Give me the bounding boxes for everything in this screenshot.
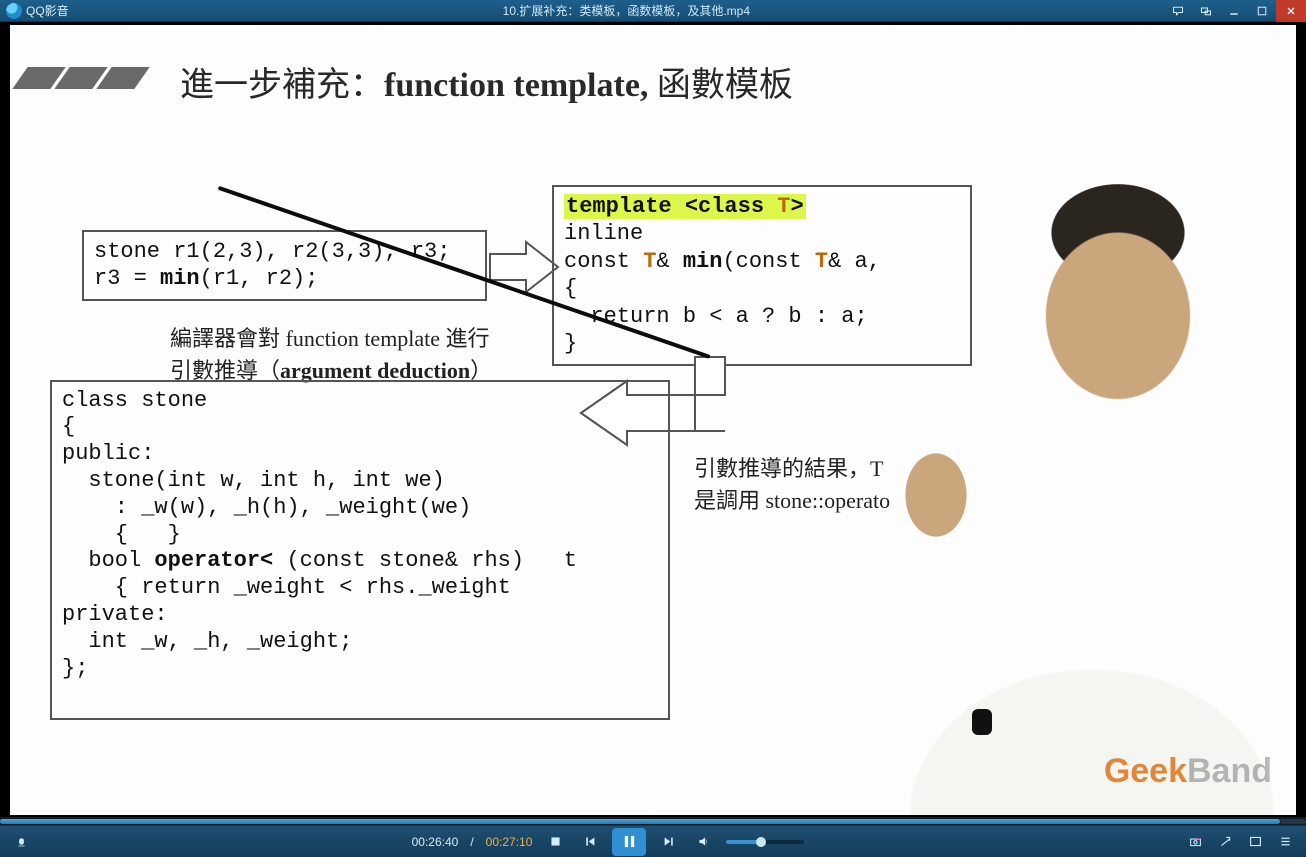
window-buttons	[1164, 0, 1306, 22]
prev-button[interactable]	[578, 831, 600, 853]
playlist-button[interactable]	[1274, 831, 1296, 853]
slide-content: 進一步補充：function template, 函數模板 stone r1(2…	[10, 25, 1296, 815]
ontop-button[interactable]	[1214, 831, 1236, 853]
annotation-deduction: 編譯器會對 function template 進行 引數推導（argument…	[170, 321, 492, 385]
code-box-class: class stone { public: stone(int w, int h…	[50, 380, 670, 720]
file-title: 10.扩展补充：类模板，函数模板，及其他.mp4	[89, 2, 1164, 19]
close-button[interactable]	[1276, 0, 1306, 22]
video-area[interactable]: 進一步補充：function template, 函數模板 stone r1(2…	[0, 22, 1306, 817]
time-duration: 00:27:10	[486, 835, 533, 849]
time-current: 00:26:40	[412, 835, 459, 849]
watermark-logo: GeekBand	[1104, 752, 1272, 791]
feedback-icon[interactable]	[1164, 0, 1192, 22]
volume-button[interactable]	[692, 831, 714, 853]
code-box-usage: stone r1(2,3), r2(3,3), r3; r3 = min(r1,…	[82, 230, 487, 301]
slide-title: 進一步補充：function template, 函數模板	[180, 57, 793, 106]
presenter-figure	[806, 175, 1296, 815]
next-button[interactable]	[658, 831, 680, 853]
mini-mode-icon[interactable]	[1192, 0, 1220, 22]
titlebar: QQ影音 10.扩展补充：类模板，函数模板，及其他.mp4	[0, 0, 1306, 22]
stop-button[interactable]	[544, 831, 566, 853]
lapel-mic	[972, 709, 992, 735]
time-sep: /	[470, 835, 473, 849]
menu-button[interactable]	[10, 831, 32, 853]
app-name: QQ影音	[26, 2, 69, 19]
slide-decoration	[20, 67, 142, 89]
play-pause-button[interactable]	[612, 828, 646, 856]
control-bar: 00:26:40 / 00:27:10	[0, 825, 1306, 857]
maximize-button[interactable]	[1248, 0, 1276, 22]
progress-fill	[0, 819, 1280, 824]
progress-remaining	[1280, 819, 1306, 824]
snapshot-button[interactable]	[1184, 831, 1206, 853]
minimize-button[interactable]	[1220, 0, 1248, 22]
volume-knob[interactable]	[756, 837, 766, 847]
app-icon	[6, 3, 22, 19]
volume-slider[interactable]	[726, 840, 804, 844]
fullscreen-button[interactable]	[1244, 831, 1266, 853]
progress-bar[interactable]	[0, 817, 1306, 825]
